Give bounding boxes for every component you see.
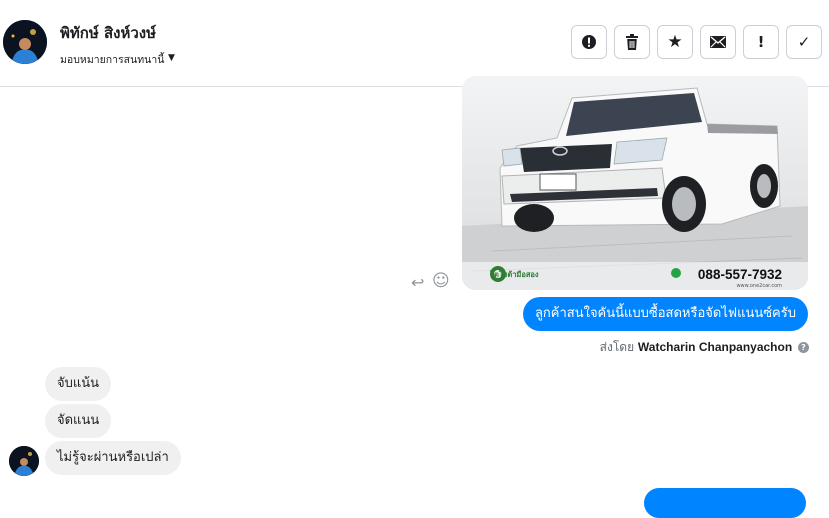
trash-icon (626, 34, 638, 50)
car-photo-attachment[interactable]: โตโยต้ามือสอง 088-557-7932 www.one2car.c… (462, 76, 808, 290)
incoming-message: ไม่รู้จะผ่านหรือเปล่า (45, 441, 181, 475)
help-icon[interactable]: ? (798, 342, 809, 353)
assign-conversation-link[interactable]: มอบหมายการสนทนานี้ (60, 51, 164, 68)
exclamation-icon: ! (757, 33, 765, 51)
outgoing-message: ลูกค้าสนใจคันนี้แบบซื้อสดหรือจัดไฟแนนซ์ค… (522, 297, 808, 331)
check-icon: ✓ (797, 33, 811, 51)
delete-button[interactable] (614, 25, 650, 59)
sender-avatar[interactable] (9, 446, 39, 476)
envelope-icon (710, 36, 726, 48)
incoming-message: จัดแนน (45, 404, 112, 438)
star-icon: ★ (667, 32, 683, 52)
incoming-message: จับแน้น (45, 367, 112, 401)
sent-by-line: ส่งโดย Watcharin Chanpanyachon ? (600, 338, 809, 357)
caret-down-icon[interactable]: ▼ (168, 53, 175, 63)
outgoing-message-partial (644, 488, 806, 518)
alert-circle-icon (582, 35, 596, 49)
important-button[interactable]: ! (743, 25, 779, 59)
sent-by-prefix: ส่งโดย (599, 340, 635, 354)
contact-avatar[interactable] (3, 20, 47, 64)
star-button[interactable]: ★ (657, 25, 693, 59)
contact-name[interactable]: พิทักษ์ สิงห์วงษ์ (60, 21, 156, 45)
emoji-react-icon[interactable]: ☺ (432, 271, 450, 291)
dealer-logo-text: โตโยต้ามือสอง (490, 270, 539, 279)
photo-website: www.one2car.com (736, 283, 782, 289)
sent-by-name[interactable]: Watcharin Chanpanyachon (638, 340, 792, 354)
mark-unread-button[interactable] (700, 25, 736, 59)
photo-phone-number: 088-557-7932 (697, 267, 782, 282)
mark-done-button[interactable]: ✓ (786, 25, 822, 59)
reply-icon[interactable]: ↩ (411, 273, 424, 292)
report-button[interactable] (571, 25, 607, 59)
conversation-header: พิทักษ์ สิงห์วงษ์ มอบหมายการสนทนานี้ ▼ ★… (0, 0, 829, 87)
